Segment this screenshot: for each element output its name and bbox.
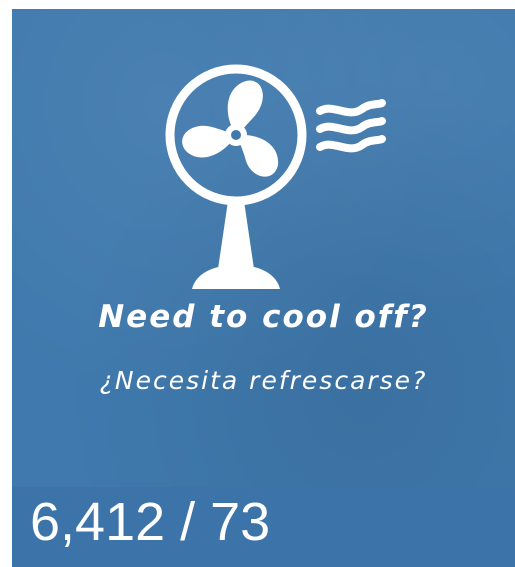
poster-image[interactable]: Need to cool off? ¿Necesita refrescarse? <box>12 9 515 487</box>
stats-count: 6,412 / 73 <box>30 492 271 552</box>
headline-english: Need to cool off? <box>98 299 429 335</box>
stats-bar: 6,412 / 73 <box>12 487 515 567</box>
fan-icon <box>165 64 386 289</box>
headline-spanish: ¿Necesita refrescarse? <box>99 366 428 395</box>
post-card[interactable]: Need to cool off? ¿Necesita refrescarse?… <box>12 9 515 567</box>
